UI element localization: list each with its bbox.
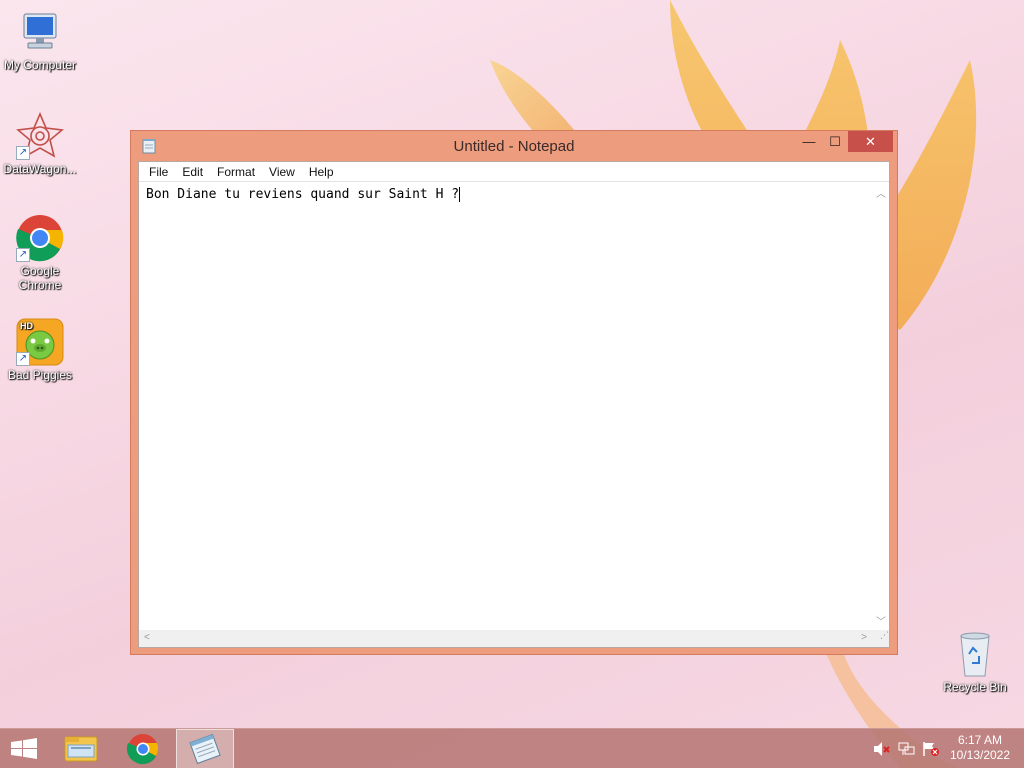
- menu-help[interactable]: Help: [302, 162, 341, 182]
- taskbar-chrome[interactable]: [118, 729, 168, 768]
- scroll-down-icon[interactable]: ﹀: [876, 613, 886, 628]
- horizontal-scrollbar[interactable]: < >: [139, 630, 872, 647]
- text-caret: [459, 187, 461, 202]
- text-editor[interactable]: Bon Diane tu reviens quand sur Saint H ?: [139, 183, 872, 630]
- notepad-window[interactable]: Untitled - Notepad — ☐ ✕ File Edit Forma…: [130, 130, 898, 655]
- maximize-button[interactable]: ☐: [822, 131, 848, 152]
- menu-view[interactable]: View: [262, 162, 302, 182]
- window-title: Untitled - Notepad: [453, 138, 575, 155]
- taskbar: 6:17 AM 10/13/2022: [0, 728, 1024, 768]
- editor-text: Bon Diane tu reviens quand sur Saint H ?: [146, 187, 460, 202]
- desktop-icon-label: Google Chrome: [18, 264, 62, 292]
- scroll-left-icon[interactable]: <: [144, 632, 150, 643]
- vertical-scrollbar[interactable]: ︿ ﹀: [872, 183, 889, 630]
- desktop-icon-google-chrome[interactable]: ↗ Google Chrome: [0, 214, 80, 292]
- bad-piggies-icon: HD ↗: [16, 318, 64, 366]
- scroll-right-icon[interactable]: >: [861, 632, 867, 643]
- start-icon: [11, 738, 37, 759]
- minimize-button[interactable]: —: [796, 131, 822, 152]
- title-bar[interactable]: Untitled - Notepad — ☐ ✕: [131, 131, 897, 161]
- file-explorer-icon: [64, 736, 98, 762]
- close-button[interactable]: ✕: [848, 131, 893, 152]
- recycle-bin-icon: [951, 630, 999, 678]
- shortcut-arrow-icon: ↗: [16, 146, 30, 160]
- start-button[interactable]: [0, 729, 48, 768]
- shortcut-arrow-icon: ↗: [16, 248, 30, 262]
- menu-file[interactable]: File: [142, 162, 175, 182]
- menu-edit[interactable]: Edit: [175, 162, 210, 182]
- shortcut-arrow-icon: ↗: [16, 352, 30, 366]
- desktop-icon-recycle-bin[interactable]: Recycle Bin: [935, 630, 1015, 694]
- desktop-icon-label: Bad Piggies: [7, 368, 73, 382]
- chrome-icon: [126, 734, 159, 765]
- menu-bar: File Edit Format View Help: [139, 162, 889, 182]
- system-clock[interactable]: 6:17 AM 10/13/2022: [948, 733, 1012, 763]
- desktop-icon-label: My Computer: [3, 58, 77, 72]
- volume-muted-icon[interactable]: [873, 741, 891, 757]
- chrome-icon: ↗: [16, 214, 64, 262]
- taskbar-notepad[interactable]: [176, 729, 234, 768]
- notepad-client-area: File Edit Format View Help Bon Diane tu …: [138, 161, 890, 648]
- desktop-icon-datawagon[interactable]: ↗ DataWagon...: [0, 111, 80, 176]
- clock-time: 6:17 AM: [957, 733, 1003, 747]
- desktop-icon-my-computer[interactable]: My Computer: [0, 8, 80, 72]
- scroll-up-icon[interactable]: ︿: [876, 185, 886, 200]
- menu-format[interactable]: Format: [210, 162, 262, 182]
- svg-text:HD: HD: [20, 321, 33, 331]
- desktop-icon-label: DataWagon...: [3, 162, 77, 176]
- action-center-icon[interactable]: [922, 741, 940, 757]
- notepad-icon: [189, 733, 221, 765]
- clock-date: 10/13/2022: [949, 748, 1011, 762]
- desktop-icon-bad-piggies[interactable]: HD ↗ Bad Piggies: [0, 318, 80, 382]
- taskbar-file-explorer[interactable]: [56, 729, 106, 768]
- network-icon[interactable]: [898, 741, 916, 757]
- resize-grip-icon[interactable]: ⋰: [872, 630, 889, 647]
- datawagon-icon: ↗: [16, 111, 64, 160]
- desktop-icon-label: Recycle Bin: [943, 680, 1007, 694]
- computer-icon: [16, 8, 64, 56]
